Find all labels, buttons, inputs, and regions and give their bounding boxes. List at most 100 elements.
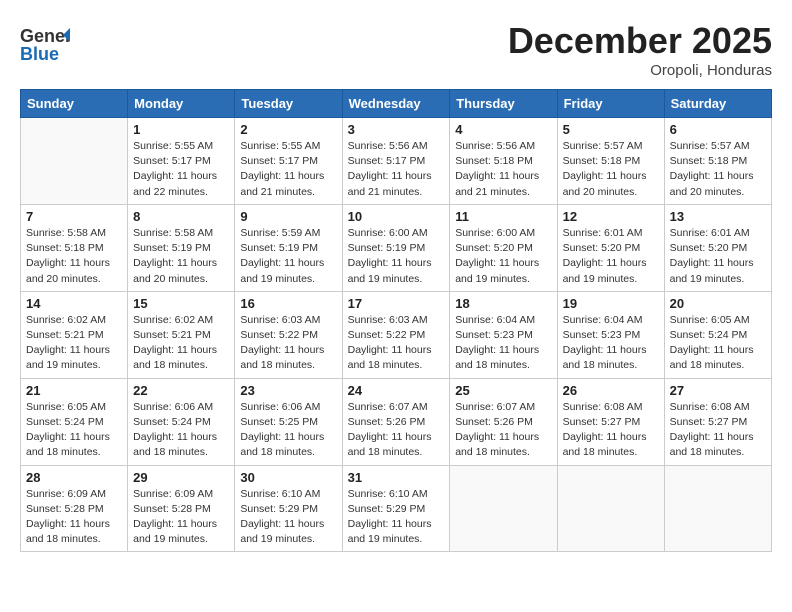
day-info: Sunrise: 6:04 AM Sunset: 5:23 PM Dayligh… [455,313,551,374]
day-info: Sunrise: 5:56 AM Sunset: 5:17 PM Dayligh… [348,139,445,200]
day-number: 5 [563,122,659,137]
table-row: 27 Sunrise: 6:08 AM Sunset: 5:27 PM Dayli… [664,378,771,465]
header-sunday: Sunday [21,90,128,118]
day-info: Sunrise: 5:57 AM Sunset: 5:18 PM Dayligh… [670,139,766,200]
table-row: 14 Sunrise: 6:02 AM Sunset: 5:21 PM Dayli… [21,291,128,378]
day-number: 18 [455,296,551,311]
table-row: 22 Sunrise: 6:06 AM Sunset: 5:24 PM Dayli… [128,378,235,465]
calendar-week-row: 21 Sunrise: 6:05 AM Sunset: 5:24 PM Dayli… [21,378,772,465]
day-number: 8 [133,209,229,224]
day-number: 31 [348,470,445,485]
table-row [557,465,664,552]
table-row: 7 Sunrise: 5:58 AM Sunset: 5:18 PM Daylig… [21,204,128,291]
day-info: Sunrise: 6:06 AM Sunset: 5:24 PM Dayligh… [133,400,229,461]
day-info: Sunrise: 6:09 AM Sunset: 5:28 PM Dayligh… [133,487,229,548]
day-number: 25 [455,383,551,398]
day-number: 16 [240,296,336,311]
table-row: 8 Sunrise: 5:58 AM Sunset: 5:19 PM Daylig… [128,204,235,291]
header-thursday: Thursday [450,90,557,118]
day-info: Sunrise: 5:58 AM Sunset: 5:18 PM Dayligh… [26,226,122,287]
table-row: 20Sunrise: 6:05 AM Sunset: 5:24 PM Dayli… [664,291,771,378]
day-info: Sunrise: 6:06 AM Sunset: 5:25 PM Dayligh… [240,400,336,461]
table-row: 15Sunrise: 6:02 AM Sunset: 5:21 PM Dayli… [128,291,235,378]
day-number: 4 [455,122,551,137]
day-number: 19 [563,296,659,311]
header-saturday: Saturday [664,90,771,118]
day-info: Sunrise: 5:58 AM Sunset: 5:19 PM Dayligh… [133,226,229,287]
calendar-week-row: 28 Sunrise: 6:09 AM Sunset: 5:28 PM Dayli… [21,465,772,552]
day-info: Sunrise: 6:00 AM Sunset: 5:19 PM Dayligh… [348,226,445,287]
day-info: Sunrise: 6:01 AM Sunset: 5:20 PM Dayligh… [670,226,766,287]
table-row [21,118,128,205]
calendar-week-row: 7 Sunrise: 5:58 AM Sunset: 5:18 PM Daylig… [21,204,772,291]
table-row: 11 Sunrise: 6:00 AM Sunset: 5:20 PM Dayli… [450,204,557,291]
day-number: 21 [26,383,122,398]
day-info: Sunrise: 5:57 AM Sunset: 5:18 PM Dayligh… [563,139,659,200]
table-row: 16Sunrise: 6:03 AM Sunset: 5:22 PM Dayli… [235,291,342,378]
table-row: 3 Sunrise: 5:56 AM Sunset: 5:17 PM Daylig… [342,118,450,205]
table-row: 26 Sunrise: 6:08 AM Sunset: 5:27 PM Dayli… [557,378,664,465]
day-info: Sunrise: 5:59 AM Sunset: 5:19 PM Dayligh… [240,226,336,287]
day-number: 28 [26,470,122,485]
table-row: 4 Sunrise: 5:56 AM Sunset: 5:18 PM Daylig… [450,118,557,205]
day-number: 2 [240,122,336,137]
table-row: 9 Sunrise: 5:59 AM Sunset: 5:19 PM Daylig… [235,204,342,291]
day-info: Sunrise: 6:05 AM Sunset: 5:24 PM Dayligh… [26,400,122,461]
table-row: 5 Sunrise: 5:57 AM Sunset: 5:18 PM Daylig… [557,118,664,205]
day-number: 14 [26,296,122,311]
svg-text:General: General [20,26,70,46]
table-row: 25 Sunrise: 6:07 AM Sunset: 5:26 PM Dayli… [450,378,557,465]
day-info: Sunrise: 6:09 AM Sunset: 5:28 PM Dayligh… [26,487,122,548]
logo: General Blue [20,20,70,75]
day-info: Sunrise: 6:08 AM Sunset: 5:27 PM Dayligh… [670,400,766,461]
day-info: Sunrise: 5:55 AM Sunset: 5:17 PM Dayligh… [133,139,229,200]
day-number: 13 [670,209,766,224]
calendar-week-row: 1Sunrise: 5:55 AM Sunset: 5:17 PM Daylig… [21,118,772,205]
day-info: Sunrise: 5:55 AM Sunset: 5:17 PM Dayligh… [240,139,336,200]
month-title: December 2025 [508,20,772,62]
table-row: 10 Sunrise: 6:00 AM Sunset: 5:19 PM Dayli… [342,204,450,291]
day-info: Sunrise: 6:05 AM Sunset: 5:24 PM Dayligh… [670,313,766,374]
table-row: 28 Sunrise: 6:09 AM Sunset: 5:28 PM Dayli… [21,465,128,552]
day-info: Sunrise: 6:08 AM Sunset: 5:27 PM Dayligh… [563,400,659,461]
day-number: 22 [133,383,229,398]
day-info: Sunrise: 6:10 AM Sunset: 5:29 PM Dayligh… [348,487,445,548]
day-number: 26 [563,383,659,398]
day-number: 7 [26,209,122,224]
header-monday: Monday [128,90,235,118]
table-row: 18 Sunrise: 6:04 AM Sunset: 5:23 PM Dayli… [450,291,557,378]
day-number: 3 [348,122,445,137]
title-block: December 2025 Oropoli, Honduras [508,20,772,79]
day-number: 10 [348,209,445,224]
day-info: Sunrise: 6:00 AM Sunset: 5:20 PM Dayligh… [455,226,551,287]
day-number: 6 [670,122,766,137]
calendar-week-row: 14 Sunrise: 6:02 AM Sunset: 5:21 PM Dayli… [21,291,772,378]
logo-icon: General Blue [20,20,70,70]
table-row: 17 Sunrise: 6:03 AM Sunset: 5:22 PM Dayli… [342,291,450,378]
day-info: Sunrise: 6:02 AM Sunset: 5:21 PM Dayligh… [133,313,229,374]
day-number: 11 [455,209,551,224]
table-row: 31 Sunrise: 6:10 AM Sunset: 5:29 PM Dayli… [342,465,450,552]
table-row: 12 Sunrise: 6:01 AM Sunset: 5:20 PM Dayli… [557,204,664,291]
day-number: 17 [348,296,445,311]
table-row: 24Sunrise: 6:07 AM Sunset: 5:26 PM Dayli… [342,378,450,465]
table-row [450,465,557,552]
header-wednesday: Wednesday [342,90,450,118]
day-info: Sunrise: 6:01 AM Sunset: 5:20 PM Dayligh… [563,226,659,287]
header-friday: Friday [557,90,664,118]
day-info: Sunrise: 6:03 AM Sunset: 5:22 PM Dayligh… [348,313,445,374]
table-row: 19 Sunrise: 6:04 AM Sunset: 5:23 PM Dayli… [557,291,664,378]
day-info: Sunrise: 6:07 AM Sunset: 5:26 PM Dayligh… [455,400,551,461]
location: Oropoli, Honduras [508,62,772,79]
header-tuesday: Tuesday [235,90,342,118]
day-info: Sunrise: 6:02 AM Sunset: 5:21 PM Dayligh… [26,313,122,374]
day-number: 27 [670,383,766,398]
day-info: Sunrise: 6:04 AM Sunset: 5:23 PM Dayligh… [563,313,659,374]
day-number: 12 [563,209,659,224]
table-row: 13 Sunrise: 6:01 AM Sunset: 5:20 PM Dayli… [664,204,771,291]
day-info: Sunrise: 5:56 AM Sunset: 5:18 PM Dayligh… [455,139,551,200]
day-number: 30 [240,470,336,485]
page-header: General Blue December 2025 Oropoli, Hond… [20,20,772,79]
day-number: 9 [240,209,336,224]
table-row: 23Sunrise: 6:06 AM Sunset: 5:25 PM Dayli… [235,378,342,465]
